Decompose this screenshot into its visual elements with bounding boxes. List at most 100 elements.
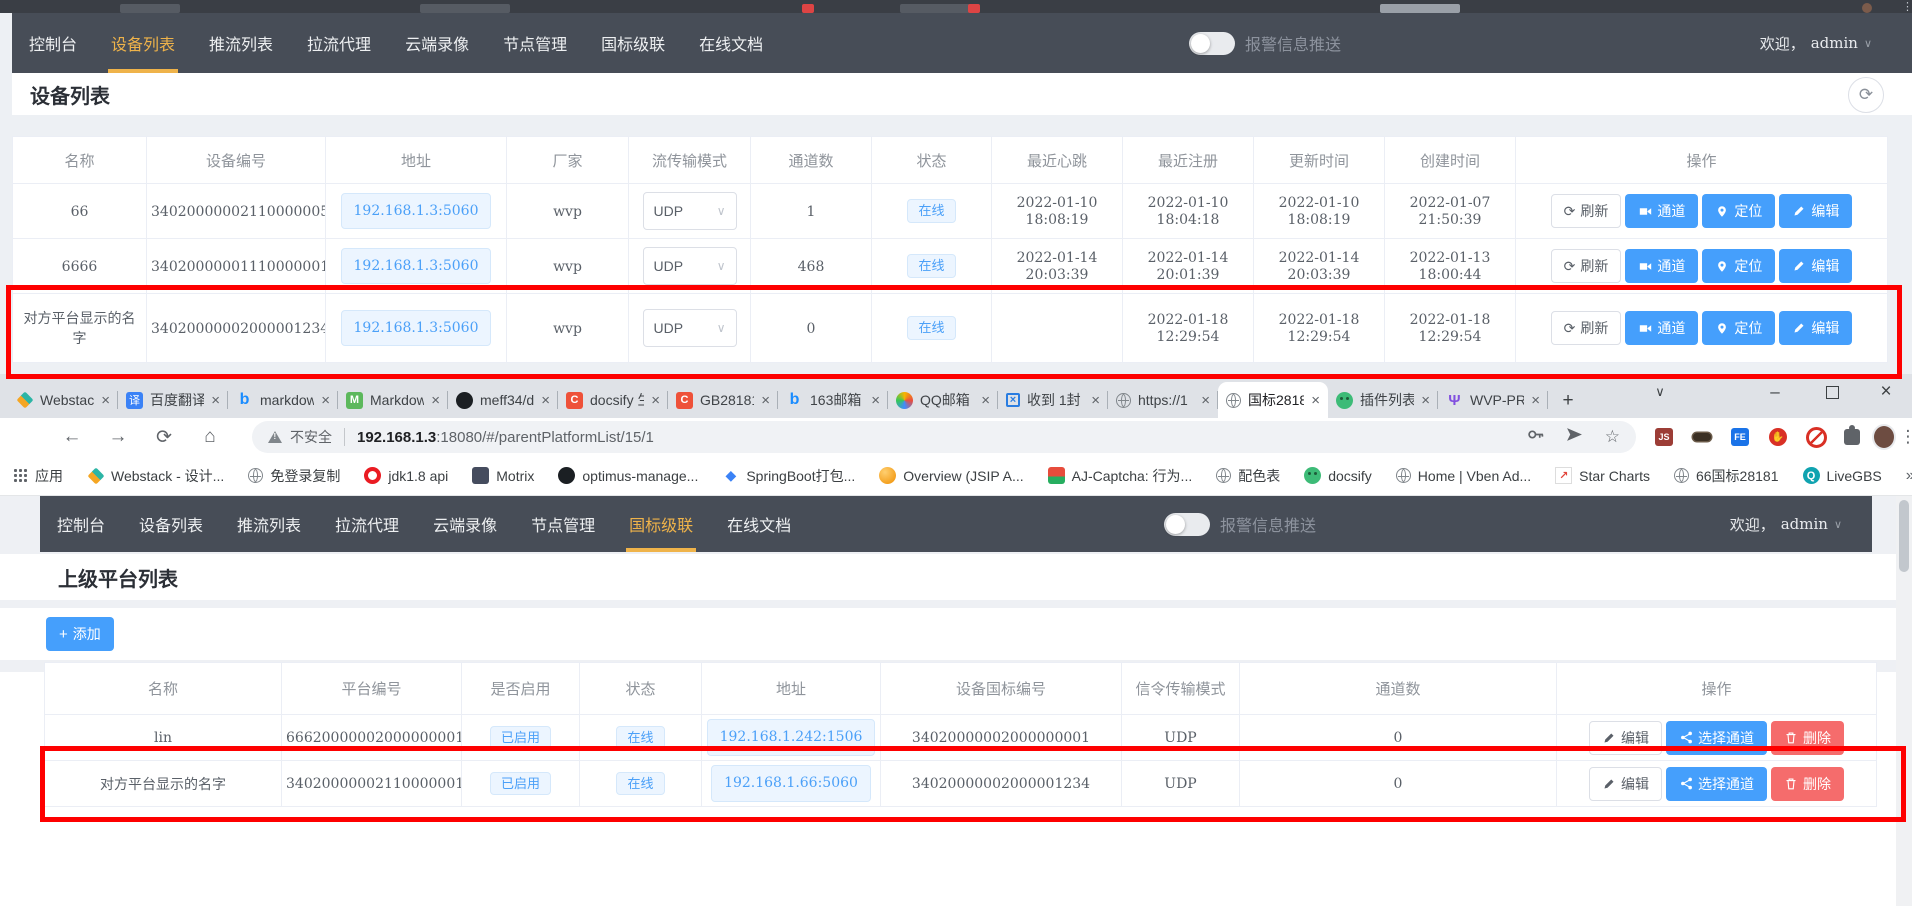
extensions-puzzle-icon[interactable] <box>1840 425 1864 449</box>
browser-tab[interactable]: Webstac <box>8 382 118 418</box>
user-menu[interactable]: 欢迎，admin <box>1730 496 1842 552</box>
nav-item-push-streams[interactable]: 推流列表 <box>192 13 290 73</box>
back-button[interactable] <box>58 423 86 451</box>
address-tag[interactable]: 192.168.1.66:5060 <box>711 765 871 802</box>
refresh-button[interactable]: 刷新 <box>1551 249 1622 283</box>
close-icon[interactable] <box>981 392 990 409</box>
nav-item-node-manage[interactable]: 节点管理 <box>486 13 584 73</box>
address-tag[interactable]: 192.168.1.3:5060 <box>341 310 492 347</box>
browser-tab[interactable]: QQ邮箱 <box>888 382 998 418</box>
scrollbar-thumb[interactable] <box>1899 500 1909 572</box>
browser-tab[interactable]: 插件列表 <box>1328 382 1438 418</box>
select-channel-button[interactable]: 选择通道 <box>1666 767 1767 801</box>
extension-adblock-icon[interactable] <box>1804 425 1828 449</box>
bookmark[interactable]: AJ-Captcha: 行为... <box>1048 466 1193 486</box>
bookmark[interactable]: LiveGBS <box>1803 467 1882 484</box>
extension-blocker-icon[interactable] <box>1766 425 1790 449</box>
browser-tab[interactable]: meff34/d <box>448 382 558 418</box>
window-maximize-button[interactable] <box>1812 374 1852 410</box>
window-minimize-button[interactable] <box>1755 374 1795 410</box>
bookmark[interactable]: Motrix <box>472 467 534 484</box>
key-icon[interactable] <box>1527 426 1544 448</box>
address-tag[interactable]: 192.168.1.242:1506 <box>707 719 876 756</box>
select-channel-button[interactable]: 选择通道 <box>1666 721 1767 755</box>
stream-mode-select[interactable]: UDP <box>643 247 737 285</box>
bookmark[interactable]: optimus-manage... <box>558 467 698 484</box>
close-icon[interactable] <box>1311 392 1320 409</box>
extension-incognito-icon[interactable] <box>1690 425 1714 449</box>
browser-tab[interactable]: Markdow <box>338 382 448 418</box>
tab-search-chevron[interactable] <box>1645 374 1675 410</box>
browser-tab[interactable]: 百度翻译 <box>118 382 228 418</box>
address-bar[interactable]: 不安全 192.168.1.3:18080/#/parentPlatformLi… <box>252 421 1636 453</box>
alarm-push-toggle[interactable] <box>1189 32 1235 55</box>
bookmarks-overflow-chevron[interactable]: » <box>1906 467 1912 485</box>
edit-button[interactable]: 编辑 <box>1779 194 1852 228</box>
address-tag[interactable]: 192.168.1.3:5060 <box>341 248 492 285</box>
locate-button[interactable]: 定位 <box>1702 249 1775 283</box>
bookmark[interactable]: Overview (JSIP A... <box>879 467 1023 484</box>
new-tab-button[interactable] <box>1554 387 1582 415</box>
bookmark[interactable]: 配色表 <box>1216 466 1280 486</box>
refresh-page-button[interactable] <box>1848 77 1884 113</box>
channel-button[interactable]: 通道 <box>1625 194 1698 228</box>
extension-js-icon[interactable]: JS <box>1652 425 1676 449</box>
channel-button[interactable]: 通道 <box>1625 311 1698 345</box>
nav-item-online-docs[interactable]: 在线文档 <box>710 496 808 552</box>
add-button[interactable]: 添加 <box>46 617 114 651</box>
home-button[interactable] <box>196 423 224 451</box>
close-icon[interactable] <box>1201 392 1210 409</box>
profile-avatar[interactable] <box>1872 425 1896 449</box>
browser-tab[interactable]: https://1 <box>1108 382 1218 418</box>
bookmark[interactable]: Home | Vben Ad... <box>1396 468 1531 484</box>
nav-item-push-streams[interactable]: 推流列表 <box>220 496 318 552</box>
forward-button[interactable] <box>104 423 132 451</box>
nav-item-cloud-record[interactable]: 云端录像 <box>416 496 514 552</box>
stream-mode-select[interactable]: UDP <box>643 309 737 347</box>
window-close-button[interactable] <box>1866 374 1906 410</box>
channel-button[interactable]: 通道 <box>1625 249 1698 283</box>
close-icon[interactable] <box>431 392 440 409</box>
close-icon[interactable] <box>211 392 220 409</box>
nav-item-pull-proxy[interactable]: 拉流代理 <box>318 496 416 552</box>
browser-tab[interactable]: docsify 生 <box>558 382 668 418</box>
browser-tab[interactable]: GB28181 <box>668 382 778 418</box>
bookmark[interactable]: Star Charts <box>1555 467 1650 484</box>
locate-button[interactable]: 定位 <box>1702 311 1775 345</box>
nav-item-online-docs[interactable]: 在线文档 <box>682 13 780 73</box>
user-menu[interactable]: 欢迎，admin <box>1760 13 1872 73</box>
close-icon[interactable] <box>651 392 660 409</box>
refresh-button[interactable]: 刷新 <box>1551 194 1622 228</box>
close-icon[interactable] <box>871 392 880 409</box>
nav-item-gb-cascade[interactable]: 国标级联 <box>612 496 710 552</box>
browser-tab[interactable]: 收到 1封 <box>998 382 1108 418</box>
address-tag[interactable]: 192.168.1.3:5060 <box>341 193 492 230</box>
close-icon[interactable] <box>1091 392 1100 409</box>
browser-tab[interactable]: markdow <box>228 382 338 418</box>
bookmark[interactable]: 66国标28181 <box>1674 466 1779 486</box>
close-icon[interactable] <box>1531 392 1540 409</box>
apps-shortcut[interactable]: 应用 <box>14 466 63 486</box>
nav-item-cloud-record[interactable]: 云端录像 <box>388 13 486 73</box>
nav-item-pull-proxy[interactable]: 拉流代理 <box>290 13 388 73</box>
edit-button[interactable]: 编辑 <box>1589 767 1662 801</box>
reload-button[interactable] <box>150 423 178 451</box>
browser-menu-icon[interactable] <box>1896 425 1912 449</box>
edit-button[interactable]: 编辑 <box>1589 721 1662 755</box>
browser-tab[interactable]: WVP-PR <box>1438 382 1548 418</box>
stream-mode-select[interactable]: UDP <box>643 192 737 230</box>
nav-item-devices[interactable]: 设备列表 <box>122 496 220 552</box>
alarm-push-toggle[interactable] <box>1164 513 1210 536</box>
close-icon[interactable] <box>321 392 330 409</box>
bookmark[interactable]: 免登录复制 <box>248 466 340 486</box>
nav-item-devices[interactable]: 设备列表 <box>94 13 192 73</box>
nav-item-node-manage[interactable]: 节点管理 <box>514 496 612 552</box>
bookmark[interactable]: Webstack - 设计... <box>87 466 224 486</box>
nav-item-gb-cascade[interactable]: 国标级联 <box>584 13 682 73</box>
nav-item-console[interactable]: 控制台 <box>40 496 122 552</box>
locate-button[interactable]: 定位 <box>1702 194 1775 228</box>
delete-button[interactable]: 删除 <box>1771 721 1844 755</box>
close-icon[interactable] <box>101 392 110 409</box>
bookmark[interactable]: SpringBoot打包... <box>722 466 855 486</box>
edit-button[interactable]: 编辑 <box>1779 249 1852 283</box>
